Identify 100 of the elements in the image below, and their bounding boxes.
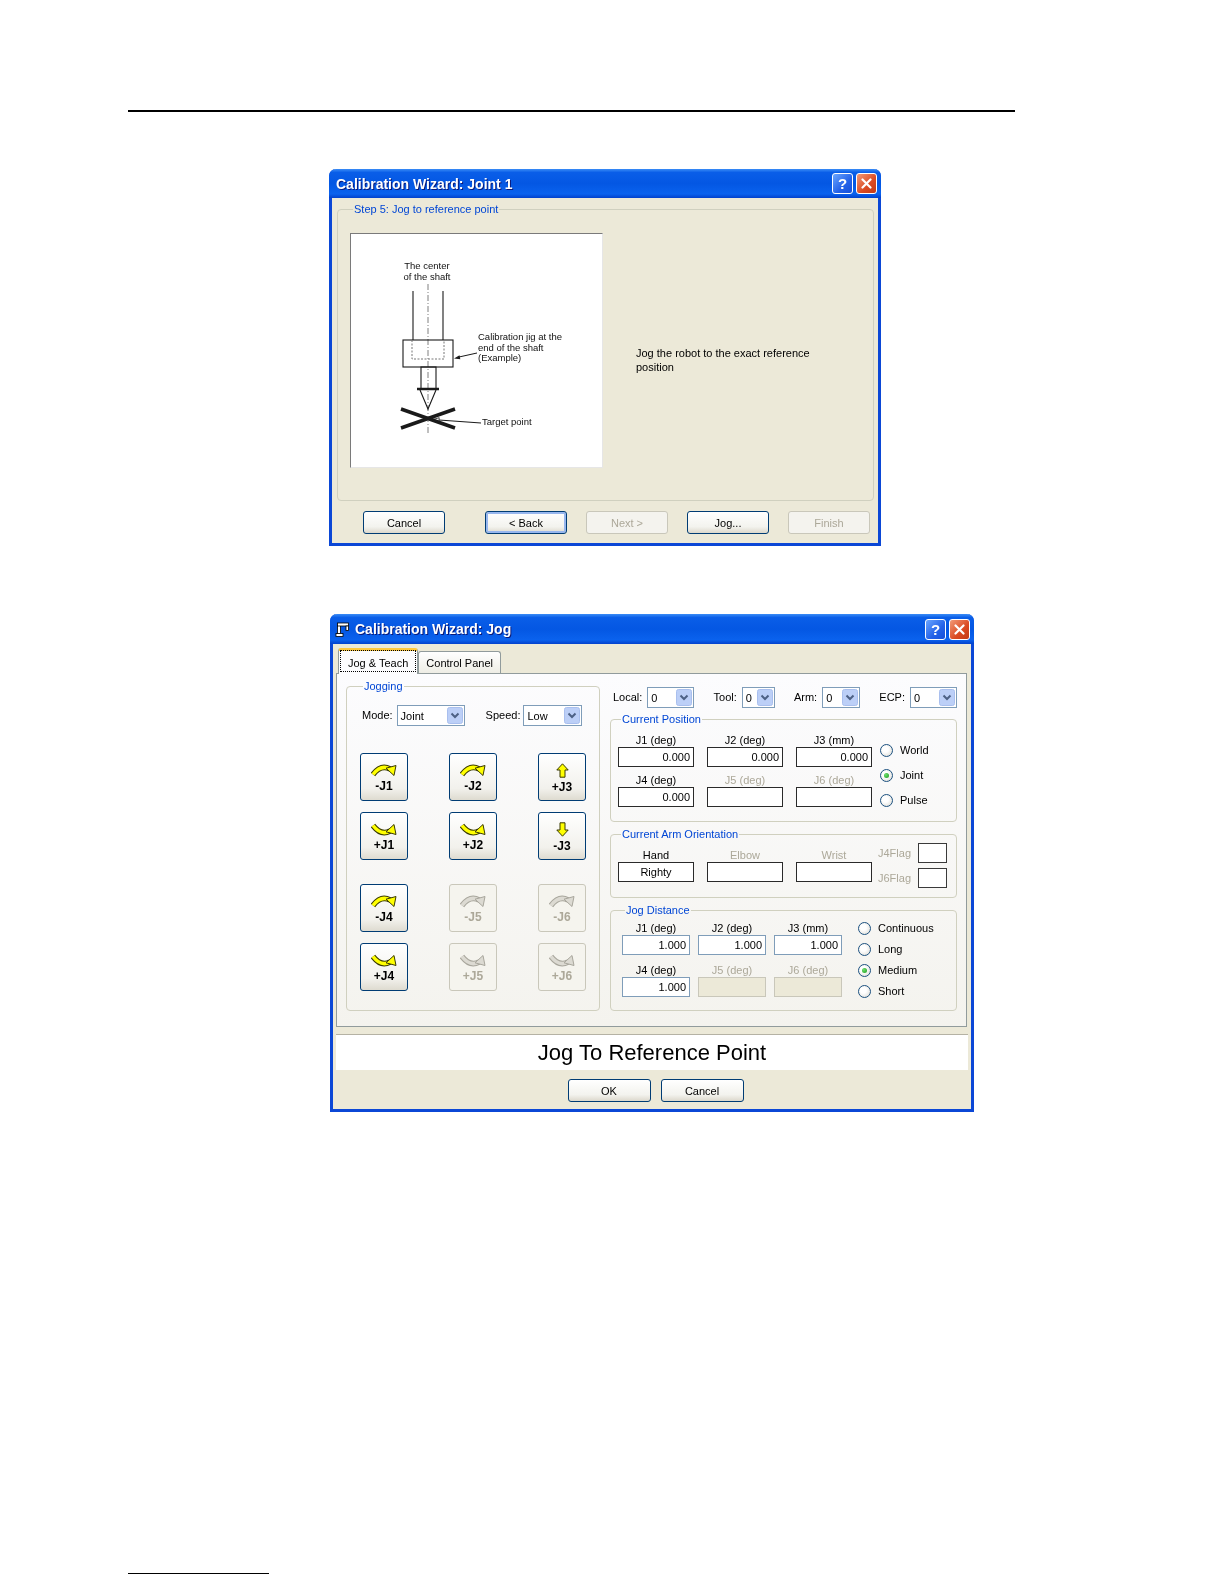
window-title: Calibration Wizard: Joint 1 <box>336 175 514 192</box>
shaft-drawing <box>412 290 444 341</box>
radio-option[interactable]: Pulse <box>880 794 929 807</box>
field-label: Wrist <box>820 849 848 862</box>
text-field[interactable]: 0.000 <box>707 747 783 767</box>
dropdown[interactable]: 0 <box>647 687 695 708</box>
radio-option[interactable]: Joint <box>880 769 929 782</box>
radio-button[interactable] <box>858 922 871 935</box>
text-field[interactable]: 0.000 <box>796 747 872 767</box>
text-field[interactable]: 0.000 <box>618 747 694 767</box>
leader-arrow <box>432 417 482 424</box>
dropdown[interactable]: 0 <box>822 687 861 708</box>
help-button[interactable]: ? <box>832 173 853 194</box>
close-button[interactable] <box>949 618 970 640</box>
field-label: J5 (deg) <box>723 774 767 787</box>
field-label: J6Flag <box>878 871 912 885</box>
field-label: J4 (deg) <box>634 963 678 977</box>
leader-arrow <box>454 352 478 360</box>
text-field[interactable] <box>918 868 948 888</box>
calibration-jig <box>402 339 454 368</box>
field-label: Local: <box>613 691 643 704</box>
field-label: J6 (deg) <box>812 774 856 787</box>
cancel-button[interactable]: Cancel <box>660 1079 744 1102</box>
text-field[interactable]: 0.000 <box>618 787 694 807</box>
dropdown[interactable]: Low <box>523 705 583 726</box>
radio-option[interactable]: World <box>880 744 929 757</box>
curved-arrow-icon <box>460 823 486 836</box>
curved-arrow-icon <box>460 895 486 908</box>
jog-axis-button[interactable]: -J2 <box>449 753 497 801</box>
jog-axis-button[interactable]: +J2 <box>449 812 497 860</box>
field-label: J2 (deg) <box>710 922 754 935</box>
field-label: Speed: <box>485 709 521 722</box>
text-field[interactable]: 1.000 <box>774 935 842 955</box>
text-field[interactable] <box>707 787 783 807</box>
field-label: J4Flag <box>878 846 912 860</box>
text-field[interactable]: 1.000 <box>698 935 766 955</box>
close-icon <box>861 178 872 189</box>
status-message: Jog To Reference Point <box>336 1034 968 1070</box>
field-label: J3 (mm) <box>812 734 856 747</box>
radio-option[interactable]: Short <box>858 985 934 998</box>
shaft-tip <box>417 366 439 411</box>
curved-arrow-icon <box>549 895 575 908</box>
field-label: J1 (deg) <box>634 734 678 747</box>
curved-arrow-icon <box>460 954 486 967</box>
text-field[interactable]: 1.000 <box>622 976 690 997</box>
field-label: J3 (mm) <box>786 922 830 935</box>
text-field[interactable] <box>796 862 872 882</box>
instruction-text: Jog the robot to the exact reference position <box>636 345 811 374</box>
dropdown[interactable]: Joint <box>396 705 465 726</box>
group-title: Jog Distance <box>625 904 691 917</box>
target-cross <box>399 407 457 430</box>
close-button[interactable] <box>856 173 877 194</box>
jog-axis-button[interactable]: -J3 <box>538 812 586 860</box>
dropdown[interactable]: 0 <box>741 687 775 708</box>
text-field[interactable] <box>796 787 872 807</box>
radio-button[interactable] <box>858 964 871 977</box>
dropdown[interactable]: 0 <box>910 687 957 708</box>
tab[interactable]: Jog & Teach <box>338 648 419 674</box>
chevron-down-icon[interactable] <box>939 689 955 706</box>
cancel-button[interactable]: Cancel <box>363 511 445 534</box>
radio-option[interactable]: Continuous <box>858 922 934 935</box>
chevron-down-icon[interactable] <box>756 689 773 706</box>
down-arrow-icon <box>555 822 569 837</box>
curved-arrow-icon <box>549 954 575 967</box>
jog-axis-button[interactable]: +J1 <box>360 812 408 860</box>
curved-arrow-icon <box>371 823 397 836</box>
text-field[interactable]: 1.000 <box>622 935 690 955</box>
help-button[interactable]: ? <box>925 618 946 640</box>
chevron-down-icon[interactable] <box>446 707 463 724</box>
field-label: Tool: <box>713 691 737 704</box>
text-field[interactable] <box>918 843 948 863</box>
text-field[interactable] <box>707 862 783 882</box>
curved-arrow-icon <box>460 764 486 777</box>
chevron-down-icon[interactable] <box>564 707 581 724</box>
radio-button[interactable] <box>858 985 871 998</box>
radio-button[interactable] <box>880 794 893 807</box>
back-button[interactable]: < Back <box>485 511 567 534</box>
text-field[interactable]: Righty <box>618 862 694 882</box>
close-icon <box>954 623 965 635</box>
chevron-down-icon[interactable] <box>842 689 859 706</box>
jog-axis-button[interactable]: -J4 <box>360 884 408 932</box>
field-label: Elbow <box>729 849 761 862</box>
radio-option[interactable]: Medium <box>858 964 934 977</box>
radio-button[interactable] <box>880 769 893 782</box>
group-title: Step 5: Jog to reference point <box>353 203 500 216</box>
radio-button[interactable] <box>858 943 871 956</box>
tab[interactable]: Control Panel <box>418 651 501 673</box>
field-label: J4 (deg) <box>634 774 678 787</box>
group-title: Current Position <box>621 713 702 726</box>
jog-axis-button[interactable]: +J3 <box>538 753 586 801</box>
group-title: Current Arm Orientation <box>621 828 740 841</box>
ok-button[interactable]: OK <box>567 1079 651 1102</box>
jog-axis-button[interactable]: -J1 <box>360 753 408 801</box>
radio-option[interactable]: Long <box>858 943 934 956</box>
radio-button[interactable] <box>880 744 893 757</box>
diagram-label: Target point <box>482 417 532 428</box>
jog-axis-button[interactable]: +J4 <box>360 943 408 991</box>
chevron-down-icon[interactable] <box>676 689 693 706</box>
group-title: Jogging <box>363 680 404 693</box>
jog-button[interactable]: Jog... <box>687 511 769 534</box>
